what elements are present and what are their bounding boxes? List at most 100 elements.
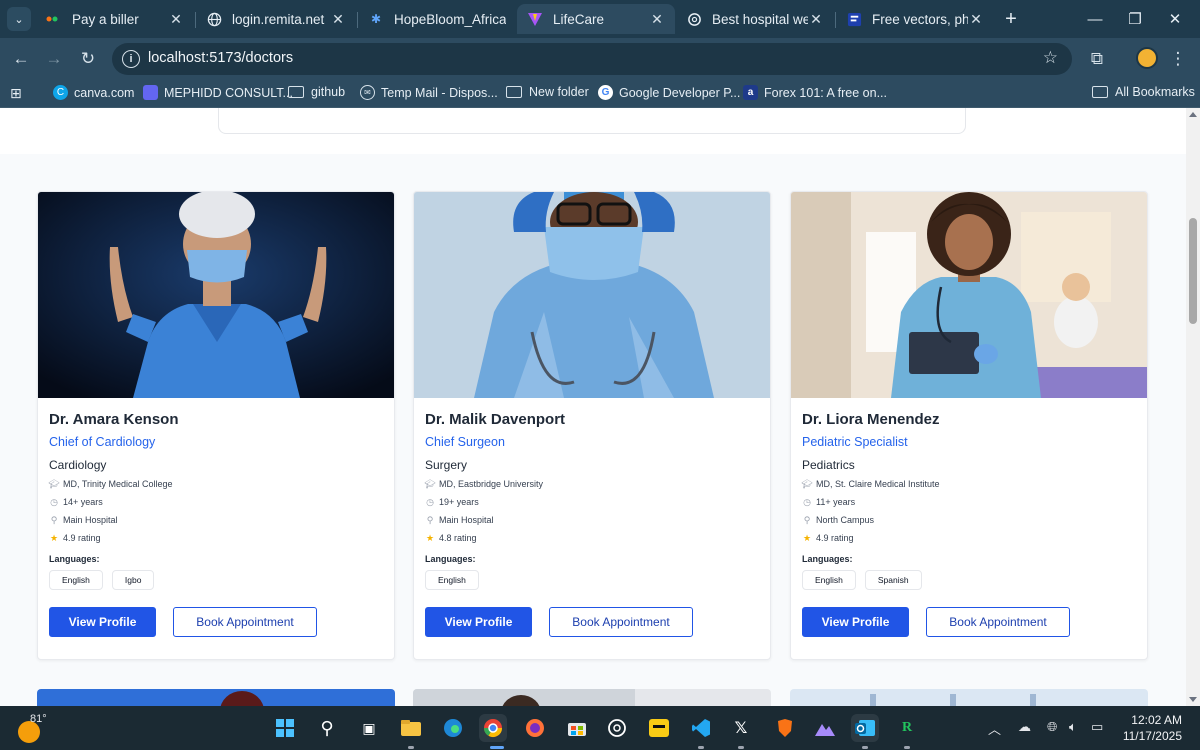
tab-search-button[interactable]: ⌄ bbox=[7, 7, 31, 31]
tray-volume[interactable]: 🔈︎ bbox=[1069, 719, 1077, 735]
filter-section bbox=[0, 108, 1200, 154]
apps-button[interactable]: ⊞ bbox=[10, 85, 22, 102]
minimize-icon: — bbox=[1087, 10, 1103, 28]
browser-toolbar: ← → ↻ i localhost:5173/doctors ☆ ⧉ ⋮ bbox=[0, 38, 1200, 80]
brave-app[interactable] bbox=[771, 714, 799, 742]
rating-text: 4.8 rating bbox=[439, 533, 477, 543]
tray-overflow-button[interactable]: ︿ bbox=[988, 719, 1001, 738]
star-icon[interactable]: ☆ bbox=[1043, 48, 1058, 68]
react-icon: ✱ bbox=[370, 12, 382, 26]
book-appointment-button[interactable]: Book Appointment bbox=[549, 607, 693, 637]
globe-icon bbox=[206, 11, 222, 27]
search-button[interactable]: ⚲ bbox=[313, 714, 341, 742]
all-bookmarks[interactable]: All Bookmarks bbox=[1092, 85, 1195, 99]
language-chip: English bbox=[49, 570, 103, 590]
address-bar[interactable]: i localhost:5173/doctors ☆ bbox=[112, 43, 1072, 75]
book-appointment-button[interactable]: Book Appointment bbox=[926, 607, 1070, 637]
clock-icon: ◷ bbox=[426, 496, 434, 507]
education-text: MD, St. Claire Medical Institute bbox=[816, 479, 940, 489]
doctor-title: Chief Surgeon bbox=[425, 435, 505, 449]
firefox-app[interactable] bbox=[521, 714, 549, 742]
forward-button[interactable]: → bbox=[42, 47, 66, 71]
start-button[interactable] bbox=[271, 714, 299, 742]
book-appointment-button[interactable]: Book Appointment bbox=[173, 607, 317, 637]
windows-taskbar: 81° ⚲ ▣ 𝕏 R ︿ ☁ 🌐︎ 🔈︎ ▭ 12:02 AM 11/17/2… bbox=[0, 706, 1200, 750]
tab-lifecare[interactable]: LifeCare ✕ bbox=[517, 4, 675, 34]
openai-icon bbox=[608, 719, 626, 737]
tray-battery[interactable]: ▭ bbox=[1091, 719, 1103, 735]
rstudio-app[interactable]: R bbox=[893, 714, 921, 742]
chrome-app[interactable] bbox=[479, 714, 507, 742]
dots-icon bbox=[46, 11, 62, 27]
exness-app[interactable] bbox=[645, 714, 673, 742]
restore-button[interactable]: ❐ bbox=[1124, 8, 1146, 30]
folder-icon bbox=[1092, 86, 1108, 98]
bookmark-google-dev[interactable]: G Google Developer P... bbox=[598, 85, 740, 100]
x-app[interactable]: 𝕏 bbox=[727, 714, 755, 742]
map-pin-icon: ⚲ bbox=[803, 514, 811, 525]
tab-freepik[interactable]: Free vectors, photo ✕ bbox=[836, 4, 994, 34]
graduation-cap-icon: 🎓︎ bbox=[48, 478, 60, 489]
scroll-down-icon[interactable] bbox=[1189, 697, 1197, 702]
edge-app[interactable] bbox=[439, 714, 467, 742]
close-icon[interactable]: ✕ bbox=[808, 11, 824, 28]
system-clock[interactable]: 12:02 AM 11/17/2025 bbox=[1118, 712, 1182, 744]
task-view-button[interactable]: ▣ bbox=[355, 714, 383, 742]
page-scrollbar[interactable] bbox=[1186, 108, 1200, 706]
folder-icon bbox=[506, 86, 522, 98]
scrollbar-thumb[interactable] bbox=[1189, 218, 1197, 324]
vscode-app[interactable] bbox=[687, 714, 715, 742]
chevron-up-icon: ︿ bbox=[988, 722, 1002, 737]
view-profile-button[interactable]: View Profile bbox=[802, 607, 909, 637]
close-icon[interactable]: ✕ bbox=[330, 11, 346, 28]
tab-remita[interactable]: login.remita.net ✕ bbox=[196, 4, 356, 34]
store-app[interactable] bbox=[563, 714, 591, 742]
map-pin-icon: ⚲ bbox=[426, 514, 434, 525]
battery-icon: ▭ bbox=[1091, 719, 1104, 734]
task-view-icon: ▣ bbox=[362, 719, 376, 736]
bookmark-github[interactable]: github bbox=[288, 85, 345, 99]
bookmark-tempmail[interactable]: ✉ Temp Mail - Dispos... bbox=[360, 85, 498, 100]
view-profile-button[interactable]: View Profile bbox=[425, 607, 532, 637]
new-tab-button[interactable]: + bbox=[1000, 8, 1022, 30]
minimize-button[interactable]: — bbox=[1084, 8, 1106, 30]
view-profile-button[interactable]: View Profile bbox=[49, 607, 156, 637]
doctor-name: Dr. Malik Davenport bbox=[425, 411, 566, 428]
info-icon[interactable]: i bbox=[122, 50, 140, 68]
running-indicator bbox=[738, 746, 744, 749]
bookmark-canva[interactable]: C canva.com bbox=[53, 85, 134, 100]
chatgpt-app[interactable] bbox=[603, 714, 631, 742]
outlook-app[interactable] bbox=[851, 714, 879, 742]
languages-label: Languages: bbox=[49, 554, 100, 564]
apps-grid-icon: ⊞ bbox=[10, 85, 22, 101]
browser-menu-button[interactable]: ⋮ bbox=[1166, 47, 1190, 71]
file-explorer-app[interactable] bbox=[397, 714, 425, 742]
profile-avatar[interactable] bbox=[1136, 47, 1158, 69]
close-window-button[interactable]: ✕ bbox=[1164, 8, 1186, 30]
bookmark-forex[interactable]: a Forex 101: A free on... bbox=[743, 85, 887, 100]
bookmark-mephidd[interactable]: MEPHIDD CONSULT... bbox=[143, 85, 293, 100]
rating-row: ★ 4.9 rating bbox=[802, 533, 854, 544]
star-icon: ★ bbox=[425, 532, 435, 543]
bookmark-new-folder[interactable]: New folder bbox=[506, 85, 589, 99]
tray-vpn[interactable]: ☁ bbox=[1018, 719, 1031, 735]
close-icon[interactable]: ✕ bbox=[968, 11, 984, 28]
reload-button[interactable]: ↻ bbox=[76, 47, 100, 71]
bookmark-label: All Bookmarks bbox=[1115, 85, 1195, 99]
close-icon[interactable]: ✕ bbox=[649, 11, 665, 28]
scroll-up-icon[interactable] bbox=[1189, 112, 1197, 117]
rating-row: ★ 4.9 rating bbox=[49, 533, 101, 544]
affinity-app[interactable] bbox=[811, 714, 839, 742]
tab-best-hospital[interactable]: Best hospital webs ✕ bbox=[676, 4, 834, 34]
extensions-button[interactable]: ⧉ bbox=[1085, 47, 1109, 71]
running-indicator bbox=[408, 746, 414, 749]
tray-network[interactable]: 🌐︎ bbox=[1047, 719, 1057, 735]
tab-strip: ⌄ Pay a biller ✕ login.remita.net ✕ ✱ Ho… bbox=[0, 0, 1200, 38]
close-icon[interactable]: ✕ bbox=[168, 11, 184, 28]
location-row: ⚲ Main Hospital bbox=[49, 515, 118, 526]
tab-pay-a-biller[interactable]: Pay a biller ✕ bbox=[36, 4, 194, 34]
tab-hopebloom[interactable]: ✱ HopeBloom_Africa bbox=[358, 4, 516, 34]
exness-icon bbox=[649, 719, 669, 737]
back-button[interactable]: ← bbox=[9, 47, 33, 71]
doctor-card: Dr. Liora Menendez Pediatric Specialist … bbox=[790, 191, 1148, 660]
